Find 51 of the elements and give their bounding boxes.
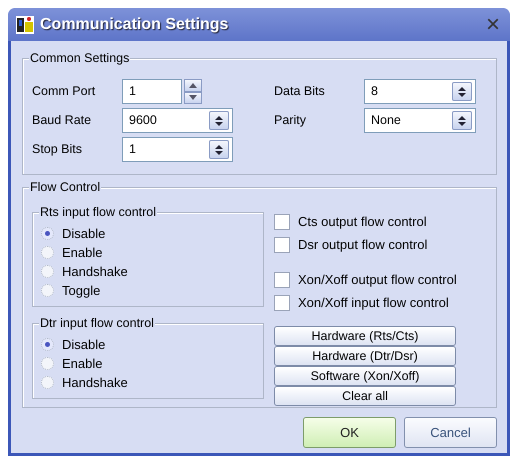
dropdown-field[interactable]: 1 <box>122 137 233 162</box>
spinner-control[interactable] <box>184 79 202 104</box>
radio-button[interactable] <box>41 265 54 278</box>
preset-button[interactable]: Clear all <box>274 386 456 406</box>
field-label: Stop Bits <box>32 141 84 158</box>
field-label: Comm Port <box>32 83 96 100</box>
preset-button[interactable]: Hardware (Rts/Cts) <box>274 326 456 346</box>
app-icon <box>16 16 34 34</box>
radio-label: Handshake <box>62 374 128 392</box>
dropdown-field[interactable]: None <box>364 108 476 133</box>
up-down-arrows-icon <box>458 116 466 126</box>
ok-button[interactable]: OK <box>303 417 396 448</box>
down-arrow-icon[interactable] <box>189 95 197 100</box>
radio-label: Disable <box>62 224 106 243</box>
radio-button[interactable] <box>41 357 54 370</box>
checkbox[interactable] <box>274 214 290 230</box>
group-title: Dtr input flow control <box>39 315 155 331</box>
close-button[interactable]: × <box>482 12 504 36</box>
preset-button[interactable]: Software (Xon/Xoff) <box>274 366 456 386</box>
radio-label: Enable <box>62 244 102 262</box>
radio-label: Enable <box>62 354 102 373</box>
radio-button[interactable] <box>41 376 54 389</box>
dropdown-field[interactable]: 8 <box>364 79 476 104</box>
checkbox-label: Xon/Xoff input flow control <box>298 294 449 312</box>
radio-button[interactable] <box>41 227 54 240</box>
field-label: Parity <box>274 112 307 130</box>
up-down-arrows-icon <box>458 86 466 96</box>
radio-button[interactable] <box>41 246 54 259</box>
group-title: Rts input flow control <box>39 204 158 220</box>
radio-button[interactable] <box>41 284 54 297</box>
checkbox-label: Xon/Xoff output flow control <box>298 270 457 289</box>
dropdown-field[interactable]: 9600 <box>122 108 233 133</box>
radio-label: Disable <box>62 336 106 354</box>
radio-label: Handshake <box>62 262 128 281</box>
radio-label: Toggle <box>62 282 100 300</box>
radio-button[interactable] <box>41 338 54 351</box>
up-arrow-icon[interactable] <box>189 82 197 88</box>
checkbox[interactable] <box>274 272 290 288</box>
cancel-button[interactable]: Cancel <box>404 417 497 448</box>
group-title: Common Settings <box>29 50 130 66</box>
checkbox-label: Dsr output flow control <box>298 236 428 254</box>
checkbox-label: Cts output flow control <box>298 212 427 231</box>
preset-button[interactable]: Hardware (Dtr/Dsr) <box>274 346 456 366</box>
field-label: Data Bits <box>274 83 326 100</box>
window-title: Communication Settings <box>40 14 228 34</box>
up-down-arrows-icon <box>215 144 223 154</box>
number-field[interactable]: 1 <box>122 79 182 104</box>
checkbox[interactable] <box>274 236 290 252</box>
field-label: Baud Rate <box>32 112 92 130</box>
up-down-arrows-icon <box>215 116 223 126</box>
checkbox[interactable] <box>274 294 290 310</box>
